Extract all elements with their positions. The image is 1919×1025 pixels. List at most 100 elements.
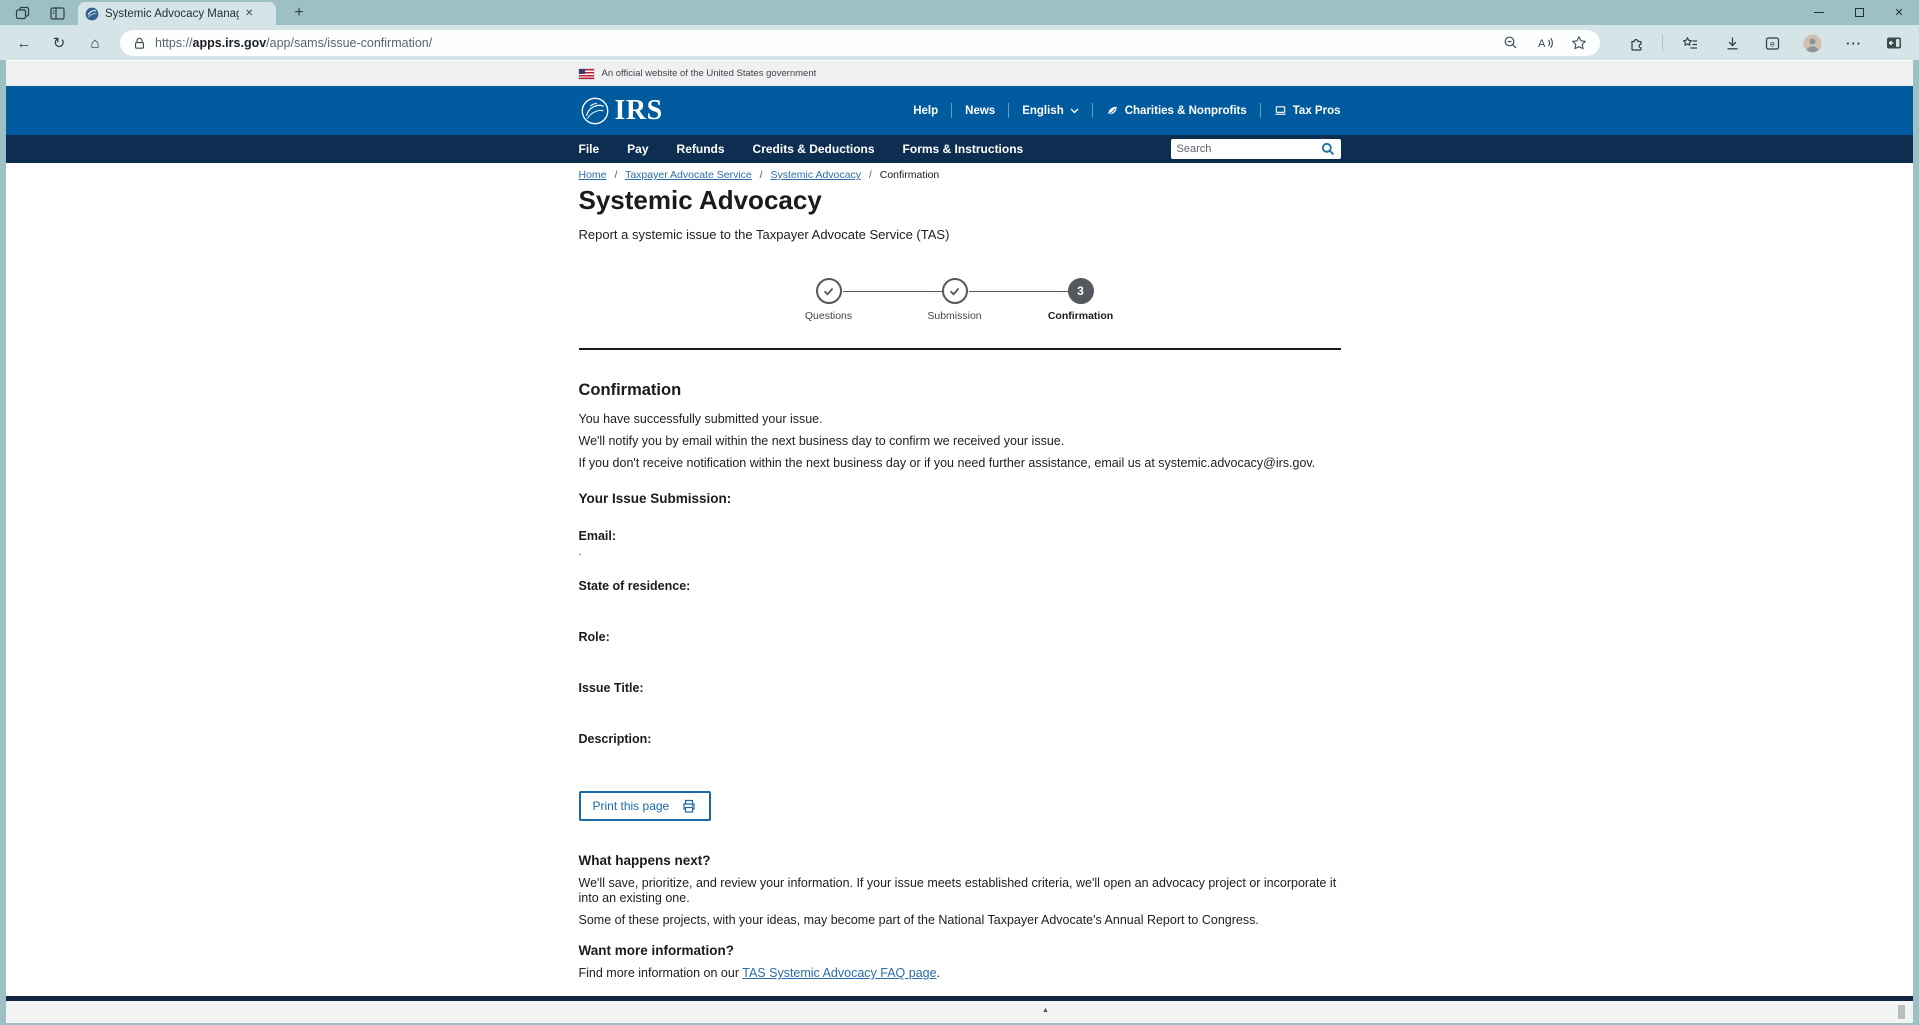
field-value-description xyxy=(579,749,1341,762)
home-icon[interactable]: ⌂ xyxy=(85,33,105,53)
favorites-bar-icon[interactable] xyxy=(1680,33,1700,53)
header-link-help[interactable]: Help xyxy=(900,105,951,117)
header-link-news[interactable]: News xyxy=(952,105,1008,117)
submission-heading: Your Issue Submission: xyxy=(579,491,1341,507)
confirmation-heading: Confirmation xyxy=(579,380,1341,400)
header-link-charities[interactable]: Charities & Nonprofits xyxy=(1093,104,1260,117)
breadcrumb-tas[interactable]: Taxpayer Advocate Service xyxy=(625,169,752,181)
window-close-button[interactable]: ✕ xyxy=(1879,0,1919,25)
main-navigation: File Pay Refunds Credits & Deductions Fo… xyxy=(6,135,1913,163)
gov-banner: An official website of the United States… xyxy=(6,60,1913,86)
field-label-role: Role: xyxy=(579,630,1341,645)
sidebar-toggle-icon[interactable] xyxy=(1884,33,1904,53)
irs-logo[interactable]: IRS xyxy=(579,95,663,127)
more-info-heading: Want more information? xyxy=(579,943,1341,959)
faq-link[interactable]: TAS Systemic Advocacy FAQ page xyxy=(742,966,936,980)
search-input[interactable] xyxy=(1177,143,1321,155)
print-page-button[interactable]: Print this page xyxy=(579,791,712,821)
field-value-state xyxy=(579,596,1341,609)
url-text[interactable]: https://apps.irs.gov/app/sams/issue-conf… xyxy=(155,36,432,50)
step-label-questions: Questions xyxy=(805,310,852,322)
checkmark-icon xyxy=(947,284,962,299)
nav-item-refunds[interactable]: Refunds xyxy=(677,142,725,156)
nav-item-credits-deductions[interactable]: Credits & Deductions xyxy=(753,142,875,156)
field-value-email: . xyxy=(579,546,1341,559)
new-tab-icon[interactable]: + xyxy=(288,2,310,24)
profile-avatar[interactable] xyxy=(1802,33,1822,53)
field-label-email: Email: xyxy=(579,529,1341,544)
page-title: Systemic Advocacy xyxy=(579,186,1341,214)
settings-menu-icon[interactable]: ··· xyxy=(1844,33,1864,53)
nav-item-pay[interactable]: Pay xyxy=(627,142,648,156)
progress-stepper: 3 Questions Submission Confirmation xyxy=(579,266,1341,324)
language-selector[interactable]: English xyxy=(1009,105,1092,117)
search-icon[interactable] xyxy=(1321,142,1335,156)
step-confirmation-current: 3 xyxy=(1068,278,1094,304)
leaf-icon xyxy=(1106,104,1119,117)
step-label-confirmation: Confirmation xyxy=(1048,310,1113,322)
refresh-icon[interactable]: ↻ xyxy=(49,33,69,53)
what-next-heading: What happens next? xyxy=(579,853,1341,869)
svg-text:A: A xyxy=(1538,38,1546,50)
more-info-text: Find more information on our TAS Systemi… xyxy=(579,966,1341,981)
field-label-state: State of residence: xyxy=(579,579,1341,594)
step-connector xyxy=(969,291,1068,292)
window-minimize-button[interactable] xyxy=(1799,0,1839,25)
zoom-out-icon[interactable] xyxy=(1502,34,1520,52)
tab-close-icon[interactable]: ✕ xyxy=(245,8,253,19)
field-label-issue-title: Issue Title: xyxy=(579,681,1341,696)
read-aloud-icon[interactable]: A xyxy=(1536,34,1554,52)
vertical-tabs-icon[interactable] xyxy=(47,3,67,23)
scroll-marker-icon: ▲ xyxy=(1042,1007,1049,1014)
window-maximize-button[interactable] xyxy=(1839,0,1879,25)
irs-eagle-icon xyxy=(579,95,611,127)
irs-site-header: IRS Help News English Charities & Nonpro… xyxy=(6,86,1913,135)
main-content: Home / Taxpayer Advocate Service / Syste… xyxy=(579,169,1341,981)
browser-essentials-icon[interactable]: e xyxy=(1762,33,1782,53)
breadcrumb-systemic-advocacy[interactable]: Systemic Advocacy xyxy=(771,169,861,181)
confirmation-text: If you don't receive notification within… xyxy=(579,456,1341,471)
back-icon[interactable]: ← xyxy=(14,33,34,53)
field-value-role xyxy=(579,647,1341,660)
field-value-issue-title xyxy=(579,698,1341,711)
toolbar-divider xyxy=(1662,35,1663,51)
irs-logo-text: IRS xyxy=(615,95,663,127)
breadcrumb-home[interactable]: Home xyxy=(579,169,607,181)
confirmation-text: We'll notify you by email within the nex… xyxy=(579,434,1341,449)
tab-title: Systemic Advocacy Management xyxy=(105,8,239,20)
what-next-text: We'll save, prioritize, and review your … xyxy=(579,876,1341,906)
site-search[interactable] xyxy=(1171,139,1341,159)
checkmark-icon xyxy=(821,284,836,299)
address-bar[interactable]: https://apps.irs.gov/app/sams/issue-conf… xyxy=(120,30,1600,56)
gov-banner-text: An official website of the United States… xyxy=(602,68,817,79)
section-divider xyxy=(579,348,1341,350)
us-flag-icon xyxy=(579,69,594,79)
tab-strip: Systemic Advocacy Management ✕ + ✕ xyxy=(0,0,1919,25)
printer-icon xyxy=(681,798,697,814)
step-connector xyxy=(843,291,942,292)
breadcrumb-current: Confirmation xyxy=(880,169,940,181)
browser-toolbar: ← ↻ ⌂ https://apps.irs.gov/app/sams/issu… xyxy=(0,25,1919,60)
horizontal-scrollbar[interactable]: ▲ xyxy=(6,1001,1913,1023)
workspaces-icon[interactable] xyxy=(12,3,32,23)
step-label-submission: Submission xyxy=(927,310,981,322)
svg-text:e: e xyxy=(1770,38,1775,48)
favorite-star-icon[interactable] xyxy=(1570,34,1588,52)
nav-item-forms-instructions[interactable]: Forms & Instructions xyxy=(903,142,1024,156)
page-viewport: An official website of the United States… xyxy=(6,60,1913,1023)
browser-tab-active[interactable]: Systemic Advocacy Management ✕ xyxy=(78,2,276,25)
what-next-text: Some of these projects, with your ideas,… xyxy=(579,913,1341,928)
page-subtitle: Report a systemic issue to the Taxpayer … xyxy=(579,227,1341,242)
downloads-icon[interactable] xyxy=(1722,33,1742,53)
nav-item-file[interactable]: File xyxy=(579,142,600,156)
step-questions-complete xyxy=(816,278,842,304)
chevron-down-icon xyxy=(1070,108,1079,114)
header-utility-links: Help News English Charities & Nonprofits… xyxy=(900,103,1340,118)
scrollbar-corner[interactable] xyxy=(1898,1005,1905,1019)
extensions-icon[interactable] xyxy=(1626,33,1646,53)
step-submission-complete xyxy=(942,278,968,304)
breadcrumb: Home / Taxpayer Advocate Service / Syste… xyxy=(579,169,1341,181)
site-info-lock-icon[interactable] xyxy=(132,36,147,51)
header-link-tax-pros[interactable]: Tax Pros xyxy=(1261,104,1341,117)
field-label-description: Description: xyxy=(579,732,1341,747)
